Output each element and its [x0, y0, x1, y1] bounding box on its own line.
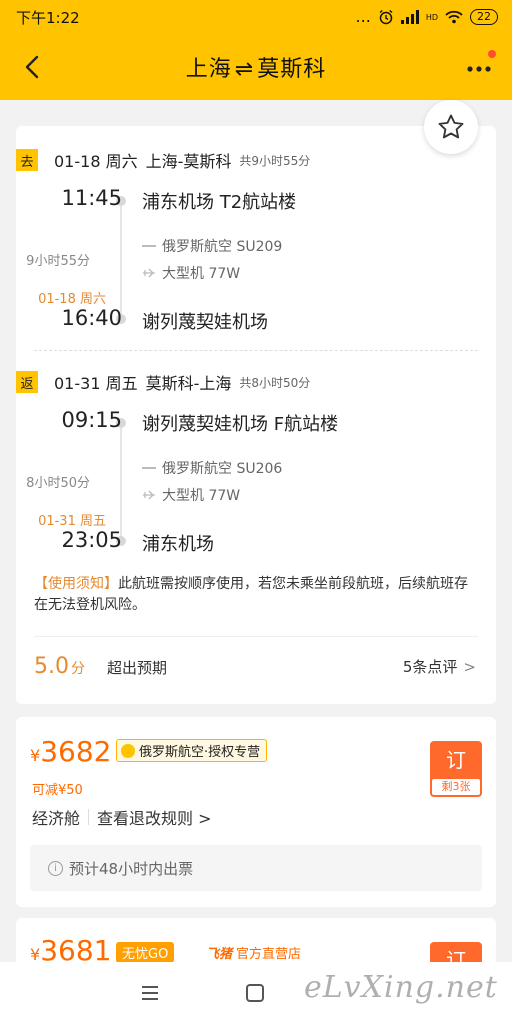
return-timeline [120, 424, 122, 538]
outbound-header: 去 01-18 周六 上海-莫斯科 共9小时55分 [16, 148, 310, 172]
status-icons: ... HD 22 [356, 9, 498, 25]
watermark: eLvXing.net [304, 970, 498, 1005]
book-button-label: 订 [446, 748, 466, 772]
return-arr-date: 01-31 周五 [38, 514, 106, 529]
usage-notice: 【使用须知】此航班需按顺序使用，若您未乘坐前段航班，后续航班存在无法登机风险。 [34, 574, 478, 616]
return-arr-time: 23:05 [61, 528, 122, 552]
rating-unit: 分 [71, 661, 85, 677]
outbound-timeline [120, 202, 122, 316]
top-bar: 下午1:22 ... HD 22 上海 ⇌ 莫斯科 [0, 0, 512, 100]
book-button[interactable]: 订 剩3张 [430, 741, 482, 797]
return-dep-time: 09:15 [61, 408, 122, 432]
info-icon: i [48, 860, 63, 876]
outbound-airline-text: 俄罗斯航空 SU209 [162, 239, 283, 255]
outbound-dep-airport: 浦东机场 T2航站楼 [142, 192, 297, 213]
title-destination: 莫斯科 [257, 57, 327, 82]
outbound-arr-time: 16:40 [61, 306, 122, 330]
reviews-link[interactable]: 5条点评 > [403, 656, 476, 677]
hd-label: HD [425, 12, 438, 22]
title-origin: 上海 [185, 57, 232, 82]
nav-bar: 上海 ⇌ 莫斯科 [0, 34, 512, 100]
return-header: 返 01-31 周五 莫斯科-上海 共8小时50分 [16, 370, 310, 394]
wifi-icon [445, 10, 463, 24]
airline-authorized-text: 俄罗斯航空·授权专营 [139, 745, 261, 760]
outbound-duration: 9小时55分 [26, 254, 90, 269]
wuyou-go-badge: 无忧GO [116, 942, 175, 963]
notification-dot [488, 50, 496, 58]
fliggy-logo: 飞猪 [206, 947, 233, 962]
menu-icon[interactable] [140, 984, 160, 1002]
system-nav-bar: eLvXing.net [0, 962, 512, 1024]
outbound-total-duration: 共9小时55分 [239, 153, 311, 168]
usage-notice-label: 【使用须知】 [34, 576, 118, 592]
outbound-arr-date: 01-18 周六 [38, 292, 106, 307]
rating-text: 超出预期 [107, 659, 168, 677]
return-arr-airport: 浦东机场 [142, 534, 214, 555]
page-title: 上海 ⇌ 莫斯科 [186, 51, 326, 83]
battery-indicator: 22 [470, 9, 498, 25]
star-icon [438, 114, 464, 139]
ticket-issue-text: 预计48小时内出票 [69, 859, 194, 878]
home-button-icon[interactable] [246, 984, 264, 1002]
divider [88, 809, 90, 825]
return-airline: 俄罗斯航空 SU206 [142, 458, 282, 478]
fliggy-shop-text: 官方直营店 [236, 947, 302, 962]
signal-icon [400, 10, 419, 24]
reviews-count: 5条点评 [402, 658, 458, 676]
outbound-tag: 去 [16, 149, 38, 171]
return-route: 莫斯科-上海 [145, 374, 232, 393]
discount-label: 可减¥50 [32, 783, 83, 798]
segment-divider [34, 350, 478, 351]
return-date: 01-31 周五 [54, 374, 138, 393]
offer-price: ¥ 3682 [30, 735, 111, 768]
currency-symbol: ¥ [30, 746, 41, 765]
return-airline-text: 俄罗斯航空 SU206 [162, 461, 283, 477]
outbound-date: 01-18 周六 [54, 152, 138, 171]
airline-logo-icon [142, 467, 156, 469]
swap-arrows-icon: ⇌ [234, 57, 255, 82]
ticket-issue-info: i 预计48小时内出票 [30, 845, 482, 891]
flight-details-card: 去 01-18 周六 上海-莫斯科 共9小时55分 11:45 浦东机场 T2航… [16, 100, 496, 704]
airline-logo-icon [121, 743, 135, 758]
price-offer-card: ¥ 3682 俄罗斯航空·授权专营 可减¥50 经济舱 查看退改规则 > 订 剩… [16, 717, 496, 907]
rating-summary: 5.0 分 超出预期 [34, 654, 167, 679]
plane-icon [143, 490, 155, 500]
return-aircraft: 大型机 77W [142, 485, 240, 505]
refund-rules-link[interactable]: 查看退改规则 > [97, 805, 212, 829]
tickets-remaining: 剩3张 [432, 779, 480, 795]
offer-price-value: 3682 [40, 735, 112, 768]
outbound-arr-airport: 谢列蔑契娃机场 [142, 312, 268, 333]
return-duration: 8小时50分 [26, 476, 90, 491]
outbound-aircraft-text: 大型机 77W [162, 266, 241, 282]
back-arrow-icon[interactable] [18, 52, 48, 82]
outbound-aircraft: 大型机 77W [142, 263, 240, 283]
cabin-row: 经济舱 查看退改规则 > [32, 805, 212, 829]
more-notifications-icon: ... [355, 7, 371, 26]
return-aircraft-text: 大型机 77W [162, 488, 241, 504]
airline-logo-icon [142, 245, 156, 247]
airline-authorized-tag: 俄罗斯航空·授权专营 [116, 739, 268, 762]
plane-icon [143, 268, 155, 278]
cabin-class: 经济舱 [32, 809, 81, 828]
return-tag: 返 [16, 371, 38, 393]
chevron-right-icon: > [463, 657, 476, 676]
fliggy-shop-tag: 飞猪 官方直营店 [206, 943, 301, 962]
outbound-route: 上海-莫斯科 [145, 152, 232, 171]
outbound-dep-time: 11:45 [61, 186, 122, 210]
outbound-airline: 俄罗斯航空 SU209 [142, 236, 282, 256]
rating-divider [34, 636, 478, 637]
status-bar: 下午1:22 ... HD 22 [0, 0, 512, 34]
rating-score: 5.0 [34, 654, 69, 679]
return-dep-airport: 谢列蔑契娃机场 F航站楼 [142, 414, 339, 435]
alarm-icon [379, 9, 393, 25]
return-total-duration: 共8小时50分 [239, 375, 311, 390]
status-time: 下午1:22 [16, 8, 80, 27]
favorite-button[interactable] [424, 100, 478, 154]
